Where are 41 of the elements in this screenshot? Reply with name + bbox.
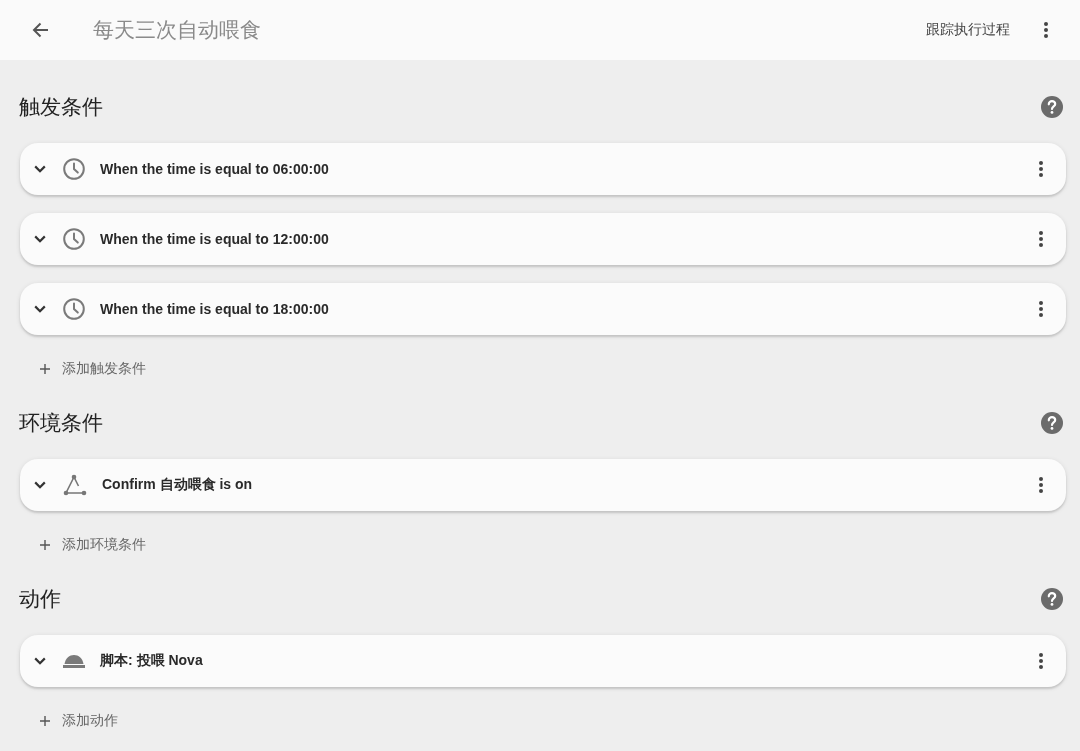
rule-card[interactable]: 脚本: 投喂 Nova: [20, 635, 1066, 687]
add-button[interactable]: 添加动作: [30, 703, 128, 739]
plus-icon: [40, 716, 50, 726]
section-heading: 环境条件: [19, 410, 103, 436]
plus-icon: [40, 364, 50, 374]
rule-text: When the time is equal to 18:00:00: [100, 301, 330, 317]
clock-icon: [63, 298, 85, 320]
triangle-nodes-icon: [63, 474, 87, 496]
help-icon[interactable]: [1041, 96, 1063, 118]
rule-text: When the time is equal to 12:00:00: [100, 231, 330, 247]
chevron-down-icon[interactable]: [34, 235, 46, 243]
more-icon: [1039, 301, 1043, 317]
rule-card[interactable]: When the time is equal to 12:00:00: [20, 213, 1066, 265]
chevron-down-icon[interactable]: [34, 657, 46, 665]
add-button[interactable]: 添加环境条件: [30, 527, 156, 563]
rule-text: Confirm 自动喂食 is on: [102, 476, 254, 494]
chevron-down-icon[interactable]: [34, 305, 46, 313]
help-icon[interactable]: [1041, 588, 1063, 610]
back-arrow-icon: [31, 22, 49, 38]
page-title: 每天三次自动喂食: [93, 17, 262, 43]
clock-icon: [63, 228, 85, 250]
rule-text: 脚本: 投喂 Nova: [100, 652, 204, 670]
trace-button[interactable]: 跟踪执行过程: [918, 13, 1018, 47]
plus-icon: [40, 540, 50, 550]
help-icon[interactable]: [1041, 412, 1063, 434]
chevron-down-icon[interactable]: [34, 165, 46, 173]
rule-card[interactable]: When the time is equal to 06:00:00: [20, 143, 1066, 195]
more-icon: [1039, 477, 1043, 493]
section-heading: 触发条件: [19, 94, 103, 120]
chevron-down-icon[interactable]: [34, 481, 46, 489]
more-icon: [1044, 22, 1048, 38]
more-icon: [1039, 161, 1043, 177]
clock-icon: [63, 158, 85, 180]
dome-icon: [63, 654, 85, 668]
more-icon: [1039, 653, 1043, 669]
rule-card[interactable]: Confirm 自动喂食 is on: [20, 459, 1066, 511]
more-icon: [1039, 231, 1043, 247]
add-button[interactable]: 添加触发条件: [30, 351, 156, 387]
rule-text: When the time is equal to 06:00:00: [100, 161, 330, 177]
rule-card[interactable]: When the time is equal to 18:00:00: [20, 283, 1066, 335]
section-heading: 动作: [19, 586, 61, 612]
